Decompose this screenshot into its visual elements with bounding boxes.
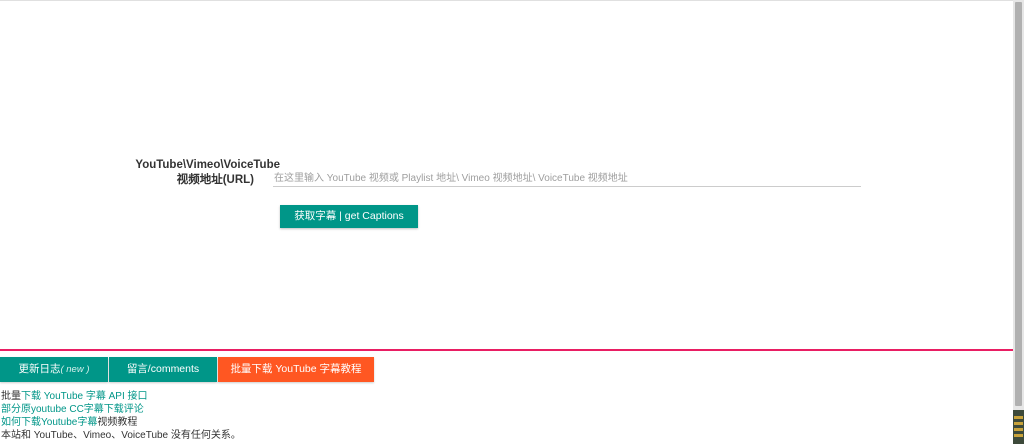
section-divider	[0, 349, 1013, 351]
tab-changelog[interactable]: 更新日志( new )	[0, 357, 108, 382]
tutorial-link[interactable]: Youtube字幕	[41, 417, 97, 428]
comments-link[interactable]: youtube CC字幕下载评论	[31, 404, 144, 415]
url-input[interactable]	[273, 171, 861, 187]
url-label-line1: YouTube\Vimeo\VoiceTube	[135, 159, 280, 171]
tutorial-link-prefix[interactable]: 如何下载	[1, 417, 41, 428]
comments-link-prefix[interactable]: 部分原	[1, 404, 31, 415]
footer-links: 批量下载 YouTube 字幕 API 接口 部分原youtube CC字幕下载…	[1, 390, 241, 442]
tab-batch-tutorial[interactable]: 批量下载 YouTube 字幕教程	[218, 357, 374, 382]
tutorial-link-suffix: 视频教程	[97, 417, 138, 428]
url-label: YouTube\Vimeo\VoiceTube 视频地址(URL)	[135, 158, 280, 188]
url-label-line2: 视频地址(URL)	[176, 174, 254, 186]
api-link[interactable]: 下载 YouTube 字幕 API 接口	[21, 391, 148, 402]
disclaimer-text: 本站和 YouTube、Vimeo、VoiceTube 没有任何关系。	[1, 430, 241, 441]
tab-comments[interactable]: 留言/comments	[109, 357, 217, 382]
api-link-row: 批量下载 YouTube 字幕 API 接口	[1, 390, 241, 403]
tab-changelog-label: 更新日志	[18, 363, 61, 375]
footer-tabs: 更新日志( new ) 留言/comments 批量下载 YouTube 字幕教…	[0, 357, 375, 382]
get-captions-button[interactable]: 获取字幕 | get Captions	[280, 205, 418, 228]
api-link-prefix: 批量	[1, 391, 21, 402]
page: YouTube\Vimeo\VoiceTube 视频地址(URL) 获取字幕 |…	[0, 0, 1013, 444]
scrollbar-thumb[interactable]	[1015, 2, 1022, 406]
new-badge: ( new )	[60, 364, 90, 375]
tutorial-link-row: 如何下载Youtube字幕视频教程	[1, 416, 241, 429]
vertical-scrollbar[interactable]	[1013, 0, 1024, 444]
extension-icon	[1013, 410, 1024, 444]
comments-link-row: 部分原youtube CC字幕下载评论	[1, 403, 241, 416]
